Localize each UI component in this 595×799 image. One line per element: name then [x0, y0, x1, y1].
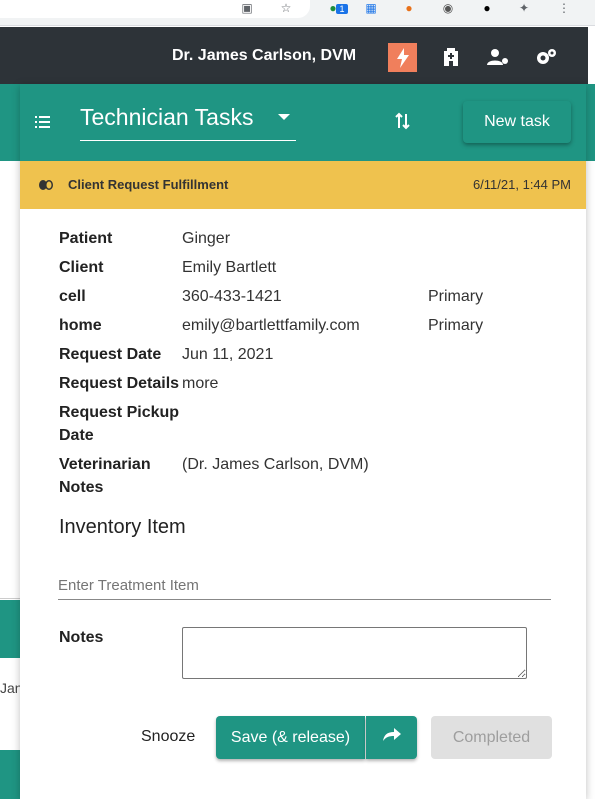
extension-icon[interactable]: ◉ — [439, 0, 457, 16]
field-label: Patient — [59, 230, 113, 247]
field-label: Request Details — [59, 375, 180, 392]
extension-icon[interactable]: ● — [400, 0, 418, 16]
inventory-section-title: Inventory Item — [59, 516, 186, 538]
task-list-select[interactable]: Technician Tasks — [80, 102, 296, 141]
background-header-strip — [0, 84, 20, 161]
background-bar — [0, 600, 20, 658]
request-date-value: Jun 11, 2021 — [182, 346, 274, 363]
save-release-button[interactable]: Save (& release) — [216, 716, 365, 759]
field-label: Notes — [59, 479, 104, 496]
hospital-icon[interactable] — [437, 43, 465, 71]
kebab-menu-icon[interactable]: ⋮ — [555, 0, 573, 16]
field-label: Request Date — [59, 346, 162, 363]
treatment-item-input[interactable] — [58, 571, 551, 600]
share-arrow-icon — [382, 728, 401, 747]
sort-icon[interactable] — [392, 110, 414, 132]
panel-header: Technician Tasks New task — [20, 84, 586, 161]
list-menu-icon[interactable] — [32, 111, 54, 133]
pill-icon — [38, 178, 54, 190]
field-label: cell — [59, 288, 86, 305]
extension-icon[interactable]: ● — [478, 0, 496, 16]
task-type: Client Request Fulfillment — [68, 177, 229, 192]
address-bar[interactable] — [0, 0, 310, 18]
task-panel: Technician Tasks New task Client Request… — [20, 84, 586, 799]
cell-phone-value: 360-433-1421 — [182, 288, 282, 305]
completed-button[interactable]: Completed — [431, 716, 552, 759]
badge-count: 1 — [336, 4, 348, 14]
field-label: Client — [59, 259, 104, 276]
calendar-icon[interactable]: ▦ — [362, 0, 380, 16]
field-label: Date — [59, 427, 94, 444]
field-label: home — [59, 317, 102, 334]
task-timestamp: 6/11/21, 1:44 PM — [472, 177, 571, 192]
vet-notes-value: (Dr. James Carlson, DVM) — [182, 456, 369, 473]
lightning-icon[interactable] — [388, 43, 417, 72]
primary-tag: Primary — [428, 288, 484, 305]
user-settings-icon[interactable] — [484, 43, 512, 71]
new-task-button[interactable]: New task — [463, 101, 571, 143]
user-name[interactable]: Dr. James Carlson, DVM — [172, 47, 356, 65]
task-banner[interactable]: Client Request Fulfillment 6/11/21, 1:44… — [20, 161, 586, 209]
star-icon[interactable]: ☆ — [277, 0, 295, 16]
browser-toolbar: ▣ ☆ ● 1 ▦ ● ◉ ● ✦ ⋮ — [0, 0, 595, 26]
field-label: Veterinarian — [59, 456, 151, 473]
home-email-value: emily@bartlettfamily.com — [182, 317, 360, 334]
chevron-down-icon — [278, 114, 290, 120]
gears-icon[interactable] — [532, 43, 560, 71]
client-value: Emily Bartlett — [182, 259, 277, 276]
primary-tag: Primary — [428, 317, 484, 334]
puzzle-icon[interactable]: ✦ — [515, 0, 533, 16]
background-bar — [0, 750, 20, 799]
patient-value: Ginger — [182, 230, 231, 247]
background-column — [588, 84, 595, 799]
field-label: Request Pickup — [59, 404, 180, 421]
snooze-button[interactable]: Snooze — [141, 728, 195, 746]
notes-label: Notes — [59, 629, 104, 646]
notes-textarea[interactable] — [182, 627, 527, 679]
task-list-title: Technician Tasks — [80, 104, 254, 130]
divider — [0, 598, 20, 599]
screen-cast-icon[interactable]: ▣ — [238, 0, 256, 16]
forward-button[interactable] — [366, 716, 417, 759]
more-link[interactable]: more — [182, 372, 218, 395]
